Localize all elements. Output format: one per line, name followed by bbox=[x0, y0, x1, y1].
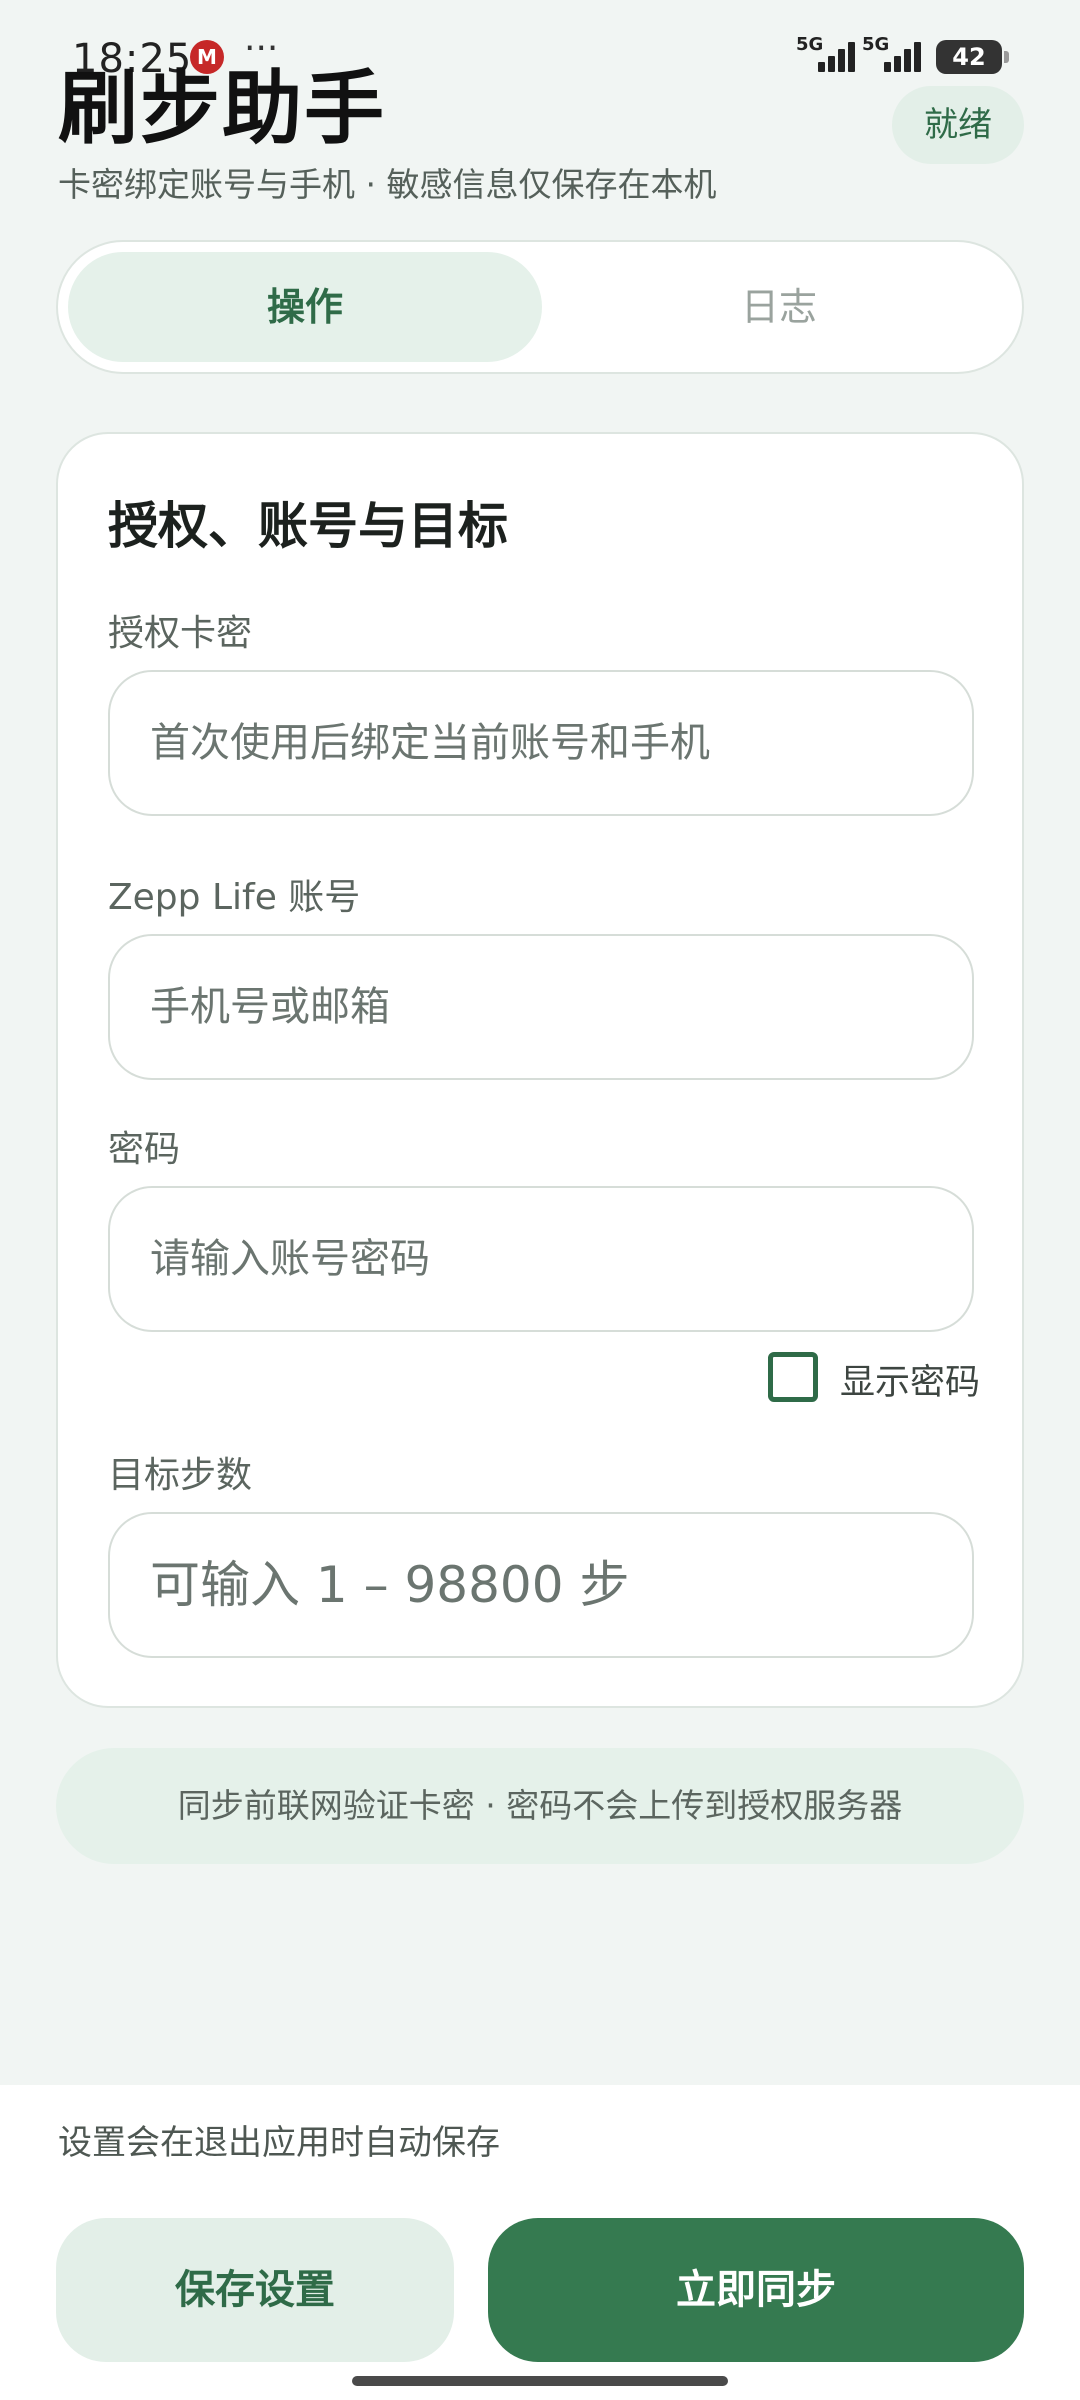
save-settings-button[interactable]: 保存设置 bbox=[56, 2218, 454, 2362]
password-label: 密码 bbox=[108, 1129, 181, 1170]
tab-logs[interactable]: 日志 bbox=[542, 252, 1016, 362]
home-indicator[interactable] bbox=[352, 2376, 728, 2386]
license-label: 授权卡密 bbox=[108, 613, 253, 654]
battery-icon: 42 bbox=[936, 40, 1009, 74]
segmented-tabs: 操作 日志 bbox=[56, 240, 1024, 374]
signal-icon: 5G bbox=[796, 34, 858, 74]
account-input[interactable] bbox=[108, 934, 974, 1080]
password-input[interactable] bbox=[108, 1186, 974, 1332]
signal-icon: 5G bbox=[862, 34, 924, 74]
show-password-label[interactable]: 显示密码 bbox=[840, 1354, 980, 1405]
app-title: 刷步助手 bbox=[58, 62, 386, 155]
license-key-input[interactable] bbox=[108, 670, 974, 816]
account-label: Zepp Life 账号 bbox=[108, 877, 361, 918]
steps-label: 目标步数 bbox=[108, 1455, 253, 1496]
autosave-note: 设置会在退出应用时自动保存 bbox=[58, 2123, 500, 2163]
card-title: 授权、账号与目标 bbox=[108, 497, 508, 555]
status-badge: 就绪 bbox=[892, 86, 1024, 164]
sync-hint: 同步前联网验证卡密 · 密码不会上传到授权服务器 bbox=[56, 1748, 1024, 1864]
tab-operations[interactable]: 操作 bbox=[68, 252, 542, 362]
settings-card: 授权、账号与目标 授权卡密 Zepp Life 账号 密码 显示密码 目标步数 bbox=[56, 432, 1024, 1708]
bottom-action-bar: 设置会在退出应用时自动保存 保存设置 立即同步 bbox=[0, 2085, 1080, 2400]
app-screen: 18:25 M ··· 5G 5G 42 刷步助手 卡密绑定账号与手机 · 敏感… bbox=[0, 0, 1080, 2400]
show-password-checkbox[interactable] bbox=[768, 1352, 818, 1402]
app-subtitle: 卡密绑定账号与手机 · 敏感信息仅保存在本机 bbox=[58, 165, 717, 204]
sync-now-button[interactable]: 立即同步 bbox=[488, 2218, 1024, 2362]
target-steps-input[interactable] bbox=[108, 1512, 974, 1658]
